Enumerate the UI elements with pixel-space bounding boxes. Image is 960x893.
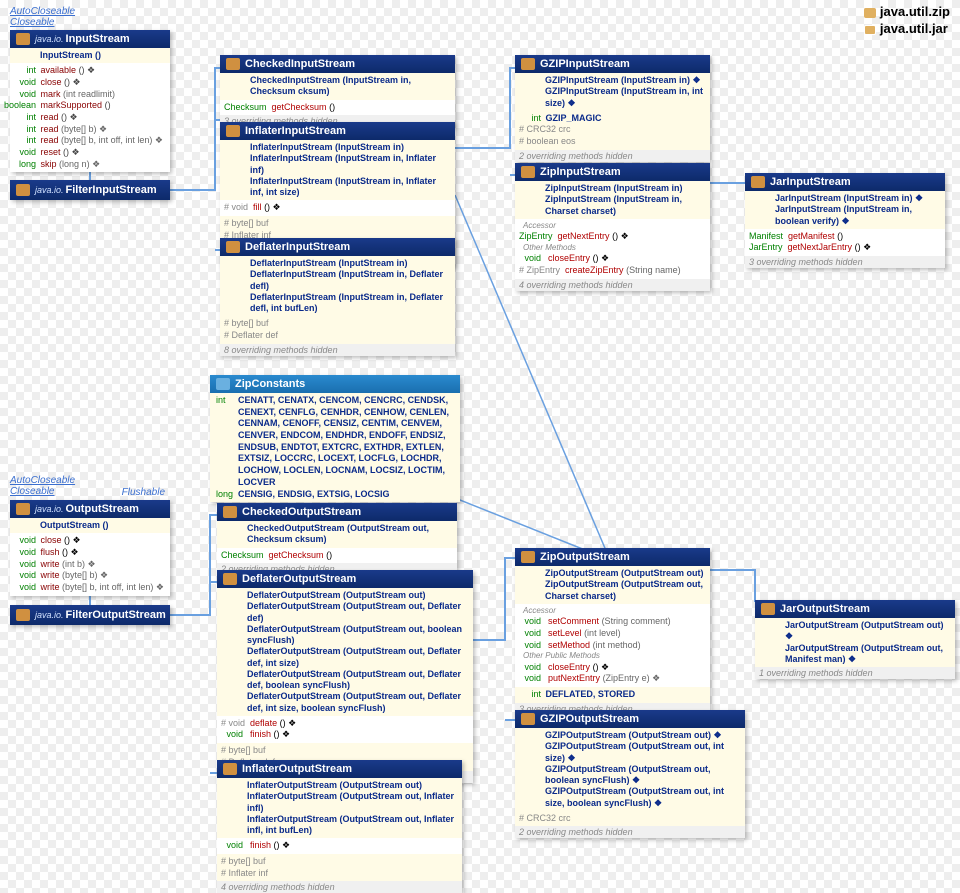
legend: java.util.zip java.util.jar <box>864 4 950 38</box>
class-filterinputstream[interactable]: java.io.FilterInputStream <box>10 180 170 200</box>
class-icon <box>521 58 535 70</box>
methods: int available () ❖ void close () ❖ void … <box>10 63 170 172</box>
interface-icon <box>216 378 230 390</box>
class-name: ZipConstants <box>235 378 305 390</box>
interface-links-mid: AutoCloseable Closeable Flushable <box>10 475 165 497</box>
class-icon <box>226 58 240 70</box>
class-icon <box>223 763 237 775</box>
class-icon <box>16 503 30 515</box>
class-name: FilterOutputStream <box>66 609 166 621</box>
class-icon <box>223 506 237 518</box>
class-name: ZipOutputStream <box>540 551 630 563</box>
jar-icon <box>864 25 876 35</box>
interface-links-top: AutoCloseable Closeable <box>10 6 75 28</box>
class-icon <box>226 125 240 137</box>
class-name: JarOutputStream <box>780 603 870 615</box>
link-autocloseable[interactable]: AutoCloseable <box>10 6 75 17</box>
class-jarinputstream[interactable]: JarInputStream JarInputStream (InputStre… <box>745 173 945 268</box>
class-gzipinputstream[interactable]: GZIPInputStream GZIPInputStream (InputSt… <box>515 55 710 162</box>
class-name: DeflaterInputStream <box>245 241 350 253</box>
link-flushable[interactable]: Flushable <box>122 487 165 498</box>
interface-zipconstants[interactable]: ZipConstants intCENATT, CENATX, CENCOM, … <box>210 375 460 502</box>
pkg-label: java.io. <box>35 34 64 44</box>
class-zipinputstream[interactable]: ZipInputStream ZipInputStream (InputStre… <box>515 163 710 291</box>
class-icon <box>16 184 30 196</box>
class-name: GZIPInputStream <box>540 58 630 70</box>
class-checkedinputstream[interactable]: CheckedInputStream CheckedInputStream (I… <box>220 55 455 127</box>
class-name: FilterInputStream <box>66 184 157 196</box>
class-icon <box>16 33 30 45</box>
class-checkedoutputstream[interactable]: CheckedOutputStream CheckedOutputStream … <box>217 503 457 575</box>
class-name: CheckedOutputStream <box>242 506 361 518</box>
class-name: GZIPOutputStream <box>540 713 639 725</box>
link-closeable[interactable]: Closeable <box>10 17 75 28</box>
link-autocloseable[interactable]: AutoCloseable <box>10 475 165 486</box>
class-deflateroutputstream[interactable]: DeflaterOutputStream DeflaterOutputStrea… <box>217 570 473 783</box>
legend-zip: java.util.zip <box>880 4 950 19</box>
class-name: InflaterOutputStream <box>242 763 352 775</box>
class-jaroutputstream[interactable]: JarOutputStream JarOutputStream (OutputS… <box>755 600 955 679</box>
class-icon <box>761 603 775 615</box>
class-name: JarInputStream <box>770 176 851 188</box>
class-icon <box>521 551 535 563</box>
zip-icon <box>864 8 876 18</box>
class-zipoutputstream[interactable]: ZipOutputStream ZipOutputStream (OutputS… <box>515 548 710 715</box>
class-outputstream[interactable]: java.io.OutputStream OutputStream () voi… <box>10 500 170 596</box>
class-name: InputStream <box>66 33 130 45</box>
class-filteroutputstream[interactable]: java.io.FilterOutputStream <box>10 605 170 625</box>
class-deflaterinputstream[interactable]: DeflaterInputStream DeflaterInputStream … <box>220 238 455 356</box>
class-gzipoutputstream[interactable]: GZIPOutputStream GZIPOutputStream (Outpu… <box>515 710 745 838</box>
class-icon <box>223 573 237 585</box>
class-icon <box>16 609 30 621</box>
class-name: OutputStream <box>66 503 139 515</box>
class-icon <box>226 241 240 253</box>
class-name: ZipInputStream <box>540 166 621 178</box>
class-inflateroutputstream[interactable]: InflaterOutputStream InflaterOutputStrea… <box>217 760 462 893</box>
ctor: InputStream () <box>40 50 101 60</box>
class-icon <box>751 176 765 188</box>
legend-jar: java.util.jar <box>880 21 948 36</box>
class-inputstream[interactable]: java.io.InputStream InputStream () int a… <box>10 30 170 172</box>
class-name: InflaterInputStream <box>245 125 346 137</box>
class-icon <box>521 713 535 725</box>
class-icon <box>521 166 535 178</box>
class-name: DeflaterOutputStream <box>242 573 356 585</box>
class-name: CheckedInputStream <box>245 58 355 70</box>
